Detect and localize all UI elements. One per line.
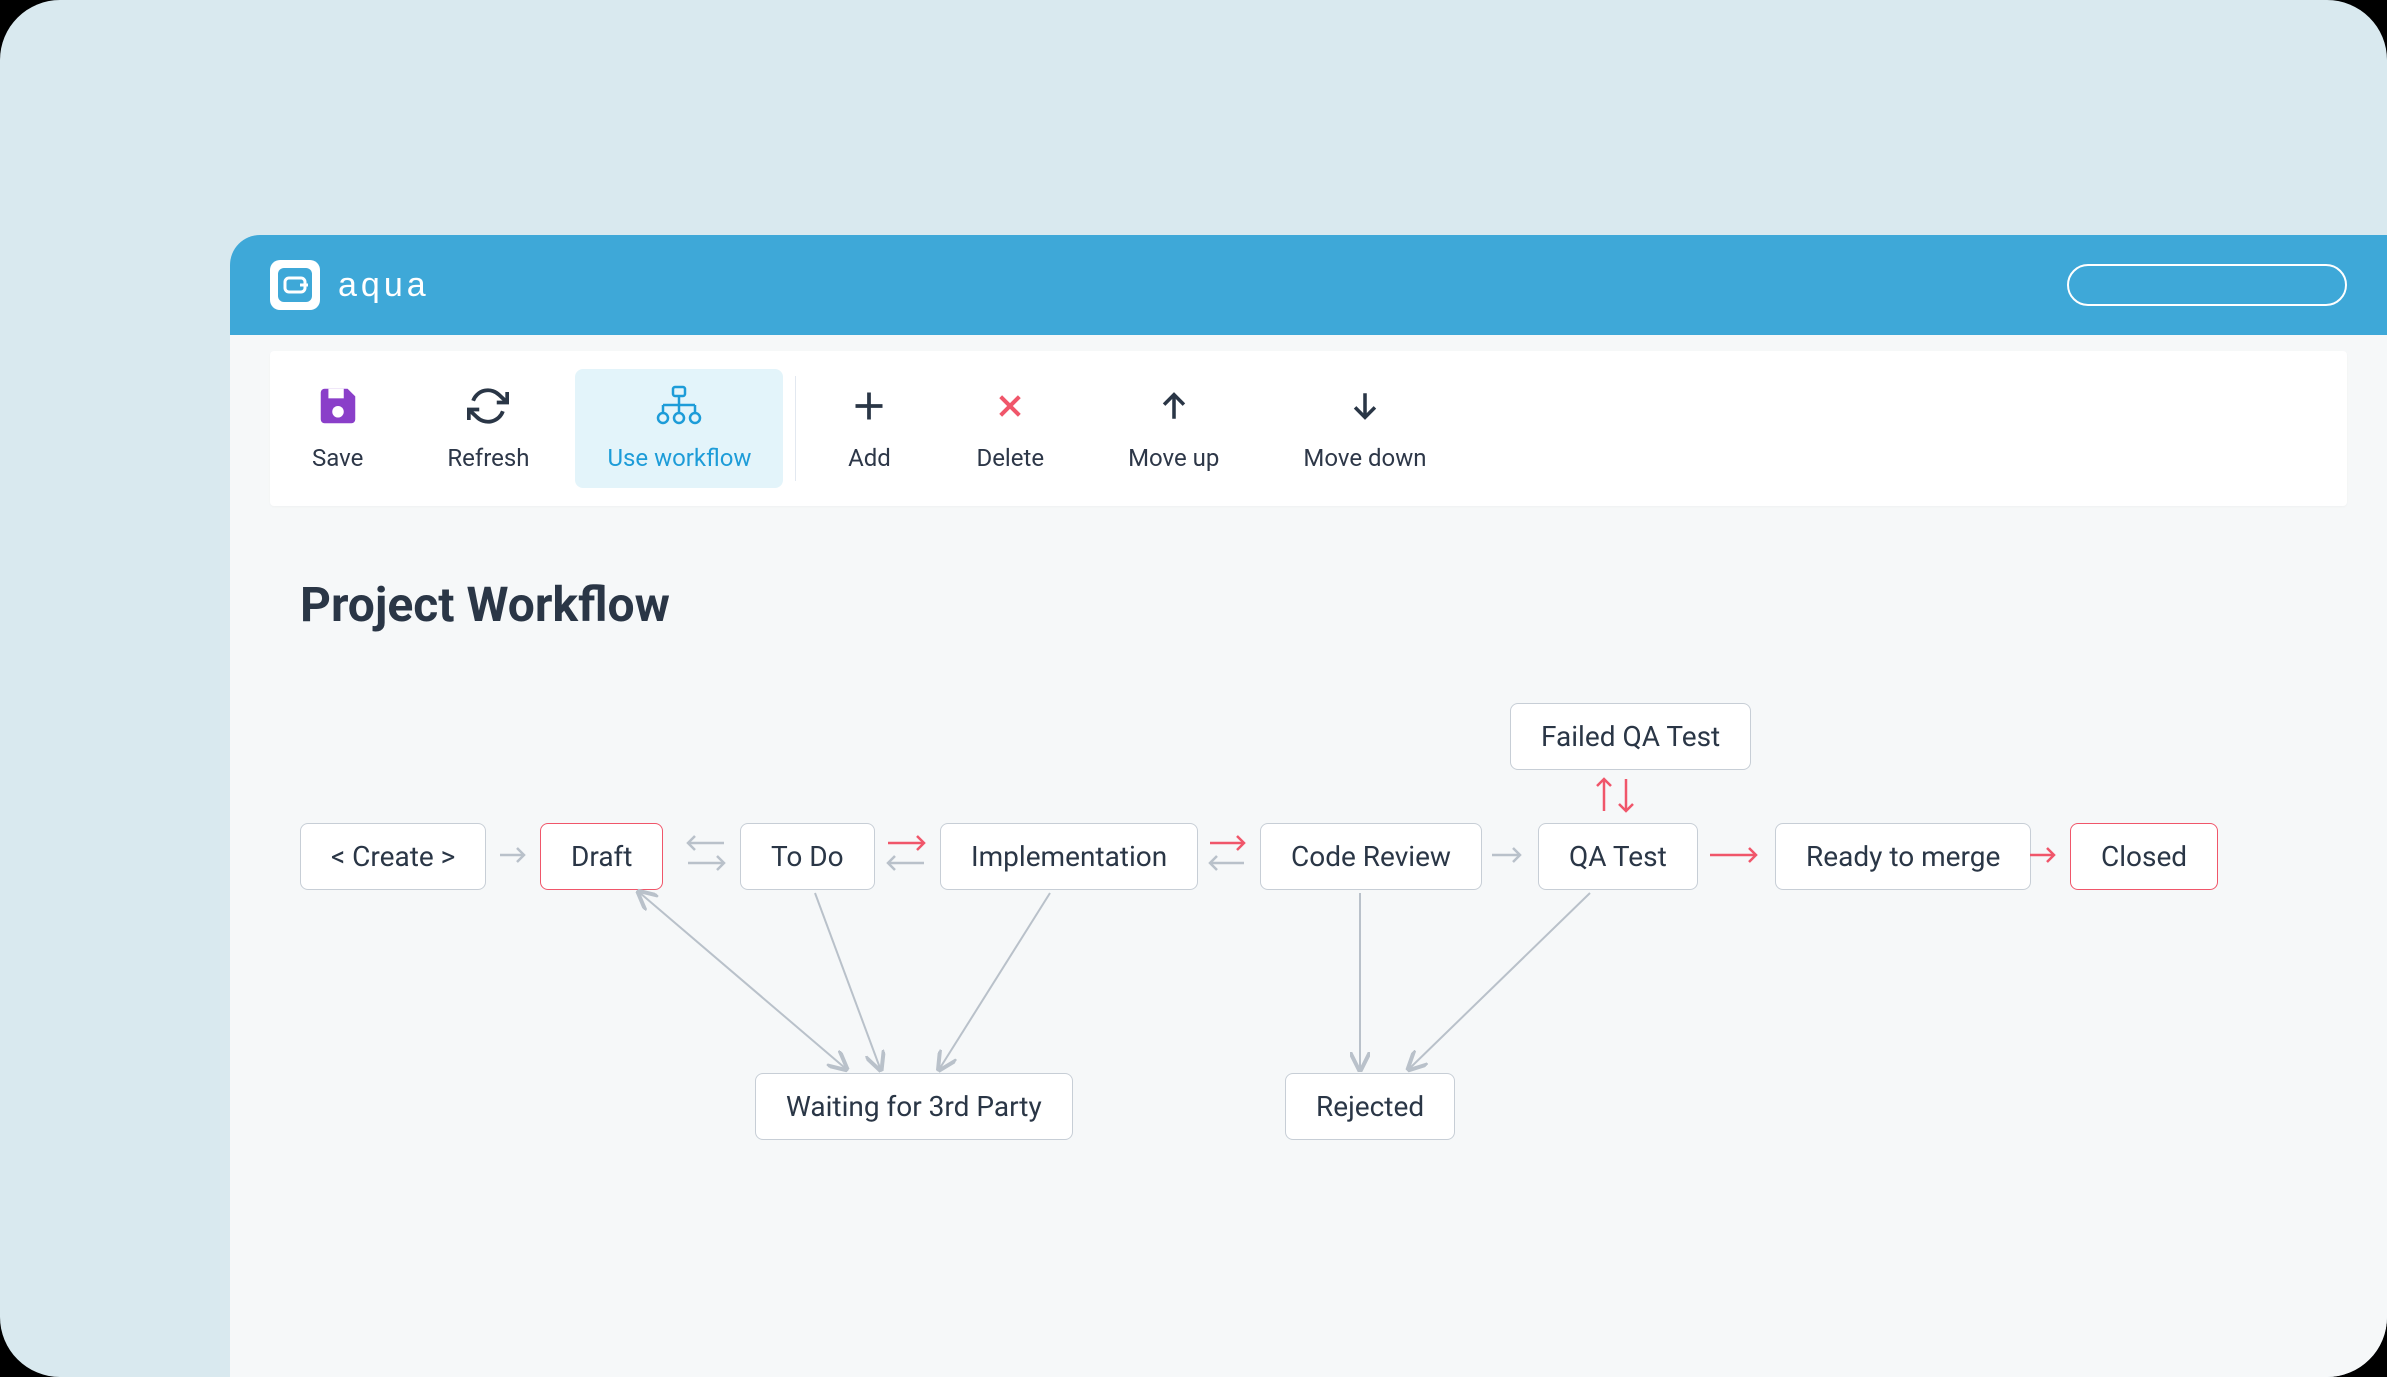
refresh-label: Refresh — [447, 444, 529, 472]
arrow-up-icon — [1157, 386, 1191, 426]
arrow-impl-review — [1202, 831, 1254, 875]
page-title: Project Workflow — [300, 576, 2317, 633]
node-code-review[interactable]: Code Review — [1260, 823, 1482, 890]
aqua-logo-icon — [270, 260, 320, 310]
delete-icon — [994, 386, 1026, 426]
workflow-canvas: < Create > Draft To Do Implementation Co… — [300, 703, 2317, 1203]
node-create[interactable]: < Create > — [300, 823, 486, 890]
move-up-button[interactable]: Move up — [1086, 351, 1261, 506]
toolbar: Save Refresh — [270, 351, 2347, 506]
save-button[interactable]: Save — [270, 351, 405, 506]
plus-icon — [851, 386, 887, 426]
node-rejected[interactable]: Rejected — [1285, 1073, 1455, 1140]
node-waiting-3rd[interactable]: Waiting for 3rd Party — [755, 1073, 1073, 1140]
content-area: Project Workflow < Create > Draft To Do … — [230, 506, 2387, 1203]
save-label: Save — [312, 444, 363, 472]
arrow-qa-ready — [1708, 843, 1768, 867]
app-window: aqua Save — [230, 235, 2387, 1377]
move-down-button[interactable]: Move down — [1261, 351, 1468, 506]
node-draft[interactable]: Draft — [540, 823, 663, 890]
node-todo[interactable]: To Do — [740, 823, 875, 890]
node-closed[interactable]: Closed — [2070, 823, 2218, 890]
add-button[interactable]: Add — [804, 351, 934, 506]
header-bar: aqua — [230, 235, 2387, 335]
node-ready-to-merge[interactable]: Ready to merge — [1775, 823, 2031, 890]
save-icon — [315, 386, 361, 426]
move-up-label: Move up — [1128, 444, 1219, 472]
arrow-draft-todo — [678, 831, 734, 875]
arrow-qa-failed — [1590, 769, 1640, 819]
delete-label: Delete — [976, 444, 1044, 472]
move-down-label: Move down — [1303, 444, 1426, 472]
add-label: Add — [848, 444, 891, 472]
search-input[interactable] — [2067, 264, 2347, 306]
node-failed-qa[interactable]: Failed QA Test — [1510, 703, 1751, 770]
brand-name: aqua — [338, 266, 430, 305]
arrow-todo-impl — [878, 831, 934, 875]
refresh-button[interactable]: Refresh — [405, 351, 571, 506]
node-implementation[interactable]: Implementation — [940, 823, 1198, 890]
brand-logo: aqua — [270, 260, 430, 310]
use-workflow-label: Use workflow — [607, 444, 751, 472]
toolbar-divider — [795, 376, 796, 481]
node-qa-test[interactable]: QA Test — [1538, 823, 1698, 890]
delete-button[interactable]: Delete — [934, 351, 1086, 506]
arrow-ready-closed — [2028, 843, 2064, 867]
arrow-review-qa — [1490, 843, 1532, 867]
use-workflow-button[interactable]: Use workflow — [575, 369, 783, 488]
arrow-down-icon — [1348, 386, 1382, 426]
arrow-create-draft — [498, 843, 534, 867]
workflow-icon — [655, 386, 703, 426]
refresh-icon — [467, 386, 509, 426]
